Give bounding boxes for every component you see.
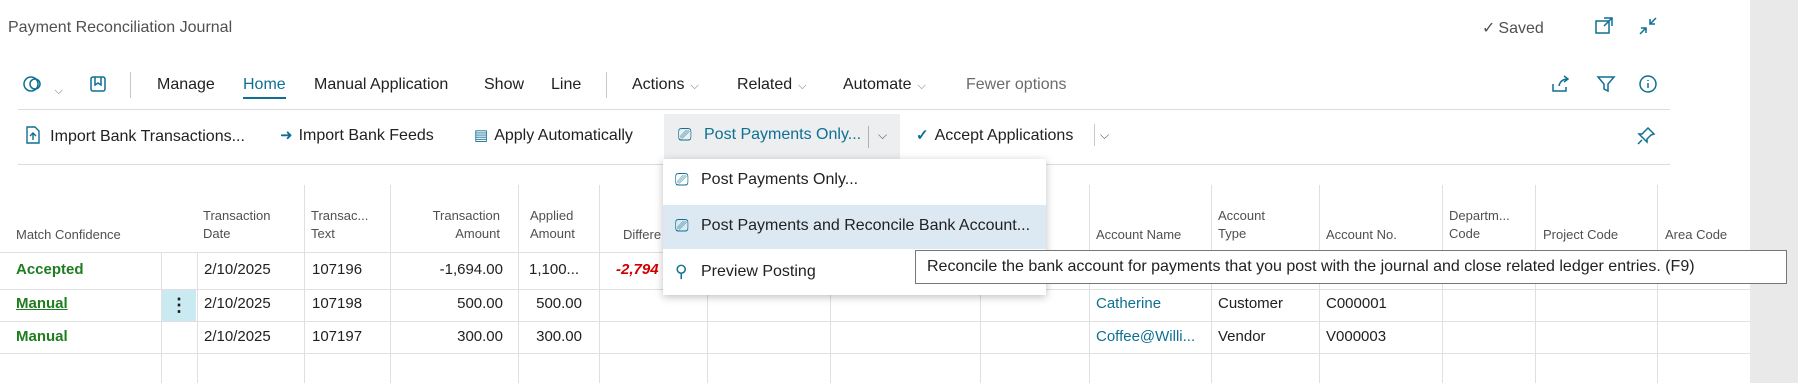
menu-actions[interactable]: Actions ⌵ [632, 76, 699, 94]
applied-amount-cell[interactable]: 300.00 [400, 328, 582, 345]
tooltip: Reconcile the bank account for payments … [915, 250, 1787, 284]
checkmark-icon: ✓ [1482, 20, 1496, 37]
menu-separator [606, 72, 607, 98]
apply-automatically-button[interactable]: ▤ Apply Automatically [474, 126, 633, 145]
bookmark-icon[interactable] [88, 74, 108, 99]
menu-manual-application[interactable]: Manual Application [314, 76, 448, 94]
apply-icon: ▤ [474, 127, 489, 144]
import-bank-transactions-button[interactable]: Import Bank Transactions... [26, 126, 245, 146]
header-match-confidence[interactable]: Match Confidence [16, 226, 121, 244]
applied-amount-cell[interactable]: 1,100... [529, 261, 579, 278]
grid-col-divider [1089, 185, 1090, 383]
post-reconcile-icon: ⎚ [675, 216, 689, 235]
open-new-window-icon[interactable] [1594, 16, 1614, 41]
header-transaction-amount[interactable]: Transaction Amount [400, 207, 500, 243]
grid-row-divider [0, 321, 1750, 322]
match-confidence-cell[interactable]: Manual [16, 295, 68, 312]
grid-col-divider [1319, 185, 1320, 383]
transaction-amount-cell[interactable]: -1,694.00 [400, 261, 503, 278]
header-account-name[interactable]: Account Name [1096, 226, 1181, 244]
divider [18, 109, 1670, 110]
chevron-down-icon: ⌵ [917, 80, 926, 92]
action-menu-bar: ⌵ Manage Home Manual Application Show Li… [0, 66, 1670, 106]
collapse-icon[interactable] [1638, 16, 1658, 41]
pin-icon[interactable] [1636, 126, 1656, 151]
import-bank-feeds-button[interactable]: ➜ Import Bank Feeds [280, 126, 434, 145]
filter-icon[interactable] [1596, 74, 1616, 99]
applied-amount-cell[interactable]: 500.00 [400, 295, 582, 312]
chevron-down-icon[interactable]: ⌵ [878, 128, 887, 143]
grid-row-divider [0, 353, 1750, 354]
row-actions-menu-icon[interactable]: ⋮ [162, 290, 196, 321]
header-transaction-text[interactable]: Transac... Text [311, 207, 368, 243]
import-file-icon [26, 126, 44, 145]
grid-col-divider [518, 185, 519, 383]
menu-automate[interactable]: Automate ⌵ [843, 76, 926, 94]
transaction-text-cell[interactable]: 107197 [312, 328, 362, 345]
post-payments-only-button[interactable]: ⎚ Post Payments Only... ⌵ [664, 114, 900, 160]
menu-manage[interactable]: Manage [157, 76, 215, 94]
header-transaction-date[interactable]: Transaction Date [203, 207, 270, 243]
grid-col-divider [1211, 185, 1212, 383]
split-divider [1094, 124, 1095, 146]
grid-col-divider [1657, 185, 1658, 383]
header-project-code[interactable]: Project Code [1543, 226, 1618, 244]
header-area-code[interactable]: Area Code [1665, 226, 1727, 244]
grid-col-divider [599, 185, 600, 383]
share-icon[interactable] [1550, 74, 1570, 99]
header-department-code[interactable]: Departm... Code [1449, 207, 1510, 243]
menu-separator [130, 72, 131, 98]
grid-col-divider [830, 289, 831, 383]
chevron-down-icon: ⌵ [798, 80, 807, 92]
transaction-text-cell[interactable]: 107196 [312, 261, 362, 278]
right-scroll-gutter [1750, 0, 1798, 383]
account-no-cell[interactable]: C000001 [1326, 295, 1387, 312]
menu-home[interactable]: Home [243, 76, 286, 99]
account-name-cell[interactable]: Catherine [1096, 295, 1161, 312]
account-type-cell[interactable]: Vendor [1218, 328, 1266, 345]
menu-fewer-options[interactable]: Fewer options [966, 76, 1067, 94]
account-type-cell[interactable]: Customer [1218, 295, 1283, 312]
split-divider [868, 126, 869, 148]
grid-col-divider [1535, 185, 1536, 383]
menu-item-post-and-reconcile[interactable]: ⎚ Post Payments and Reconcile Bank Accou… [663, 205, 1046, 249]
menu-related[interactable]: Related ⌵ [737, 76, 807, 94]
match-confidence-cell[interactable]: Accepted [16, 261, 84, 278]
header-difference[interactable]: Differe [623, 226, 661, 244]
account-name-cell[interactable]: Coffee@Willi... [1096, 328, 1195, 345]
page-title: Payment Reconciliation Journal [8, 19, 233, 36]
post-icon: ⎚ [675, 170, 689, 189]
grid-col-divider [304, 185, 305, 383]
accept-applications-button[interactable]: ✓ Accept Applications [916, 126, 1073, 145]
post-icon: ⎚ [678, 125, 692, 144]
account-no-cell[interactable]: V000003 [1326, 328, 1386, 345]
transaction-date-cell[interactable]: 2/10/2025 [204, 328, 271, 345]
info-icon[interactable] [1638, 74, 1658, 99]
grid-col-divider [390, 185, 391, 383]
chevron-down-icon[interactable]: ⌵ [1100, 128, 1109, 143]
header-account-no[interactable]: Account No. [1326, 226, 1397, 244]
grid-col-divider [707, 289, 708, 383]
copilot-icon[interactable]: ⌵ [22, 74, 63, 99]
grid-col-divider [197, 252, 198, 383]
menu-line[interactable]: Line [551, 76, 581, 94]
import-arrow-icon: ➜ [280, 127, 293, 144]
header-applied-amount[interactable]: Applied Amount [530, 207, 575, 243]
grid-col-divider [980, 289, 981, 383]
chevron-down-icon: ⌵ [690, 80, 699, 92]
menu-show[interactable]: Show [484, 76, 524, 94]
transaction-date-cell[interactable]: 2/10/2025 [204, 295, 271, 312]
checkmark-icon: ✓ [916, 127, 929, 144]
transaction-text-cell[interactable]: 107198 [312, 295, 362, 312]
chevron-down-icon: ⌵ [54, 85, 63, 97]
menu-item-post-payments-only[interactable]: ⎚ Post Payments Only... [663, 159, 1046, 203]
save-status: ✓ Saved [1482, 20, 1544, 37]
preview-icon: ⚲ [675, 262, 688, 281]
grid-col-divider [1442, 185, 1443, 383]
match-confidence-cell[interactable]: Manual [16, 328, 68, 345]
transaction-date-cell[interactable]: 2/10/2025 [204, 261, 271, 278]
header-account-type[interactable]: Account Type [1218, 207, 1265, 243]
difference-cell[interactable]: -2,794 [616, 261, 659, 278]
